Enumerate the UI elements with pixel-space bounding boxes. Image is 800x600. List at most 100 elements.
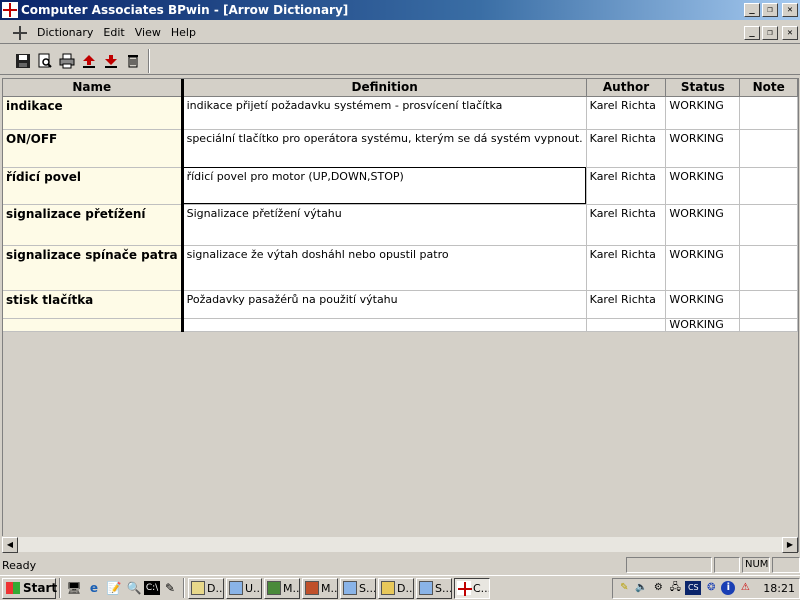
close-button[interactable]: ✕: [782, 3, 798, 17]
title-bar[interactable]: Computer Associates BPwin - [Arrow Dicti…: [0, 0, 800, 20]
tray-blue-icon[interactable]: ❂: [704, 581, 718, 595]
table-row[interactable]: signalizace spínače patra signalizace že…: [3, 245, 798, 291]
task-window-icon: [305, 581, 319, 595]
cell-status[interactable]: WORKING: [665, 167, 741, 205]
scroll-left-button[interactable]: ◀: [2, 537, 18, 553]
scroll-right-button[interactable]: ▶: [782, 537, 798, 553]
pencil-icon[interactable]: ✎: [160, 578, 180, 598]
network-connection-icon[interactable]: 🖧: [668, 581, 682, 595]
horizontal-scrollbar[interactable]: ◀ ▶: [2, 536, 798, 553]
bpwin-app-icon[interactable]: [2, 2, 18, 18]
cell-status[interactable]: WORKING: [665, 290, 741, 319]
table-row[interactable]: stisk tlačítka Požadavky pasažérů na pou…: [3, 290, 798, 319]
system-tray: ✎ 🔈 ⚙ 🖧 CS ❂ i ⚠ 18:21: [612, 577, 800, 599]
column-header-name[interactable]: Name: [3, 79, 184, 97]
clock[interactable]: 18:21: [763, 582, 795, 595]
menu-help[interactable]: Help: [166, 26, 201, 39]
internet-explorer-icon[interactable]: e: [84, 578, 104, 598]
cell-name[interactable]: řídicí povel: [3, 167, 184, 205]
cell-definition[interactable]: [182, 318, 587, 332]
search-icon[interactable]: 🔍: [124, 578, 144, 598]
task-button[interactable]: M...: [302, 577, 338, 599]
column-header-note[interactable]: Note: [739, 79, 798, 97]
bpwin-task-icon: [457, 581, 472, 596]
cell-name[interactable]: indikace: [3, 96, 184, 130]
cell-author[interactable]: Karel Richta: [586, 167, 667, 205]
cell-author[interactable]: [586, 318, 667, 332]
task-button[interactable]: S...: [416, 577, 452, 599]
volume-icon[interactable]: 🔈: [634, 581, 648, 595]
start-label: Start: [23, 581, 58, 595]
cell-author[interactable]: Karel Richta: [586, 245, 667, 291]
restore-button[interactable]: ❐: [762, 3, 778, 17]
num-lock-indicator: NUM: [742, 557, 770, 573]
tray-pencil-icon[interactable]: ✎: [617, 581, 631, 595]
cell-note[interactable]: [739, 318, 798, 332]
cell-status[interactable]: WORKING: [665, 96, 741, 130]
print-preview-icon[interactable]: [34, 50, 56, 72]
doc-minimize-button[interactable]: _: [744, 25, 760, 40]
doc-close-button[interactable]: ✕: [782, 25, 798, 40]
cell-note[interactable]: [739, 204, 798, 246]
cell-author[interactable]: Karel Richta: [586, 204, 667, 246]
task-button[interactable]: M...: [264, 577, 300, 599]
menu-edit[interactable]: Edit: [98, 26, 129, 39]
cell-status[interactable]: WORKING: [665, 245, 741, 291]
cell-note[interactable]: [739, 129, 798, 168]
menu-view[interactable]: View: [130, 26, 166, 39]
command-prompt-icon[interactable]: C:\: [144, 581, 160, 595]
tray-info-icon[interactable]: i: [721, 581, 736, 595]
cell-name[interactable]: signalizace přetížení: [3, 204, 184, 246]
cell-author[interactable]: Karel Richta: [586, 129, 667, 168]
cell-definition[interactable]: speciální tlačítko pro operátora systému…: [182, 129, 587, 168]
notepad-icon[interactable]: 📝: [104, 578, 124, 598]
cell-note[interactable]: [739, 96, 798, 130]
cell-name[interactable]: stisk tlačítka: [3, 290, 184, 319]
cell-note[interactable]: [739, 167, 798, 205]
cell-status[interactable]: WORKING: [665, 129, 741, 168]
windows-flag-icon: [6, 582, 20, 594]
import-icon[interactable]: [78, 50, 100, 72]
network-icon[interactable]: ⚙: [651, 581, 665, 595]
task-button[interactable]: S...: [340, 577, 376, 599]
task-button[interactable]: U...: [226, 577, 262, 599]
tray-red-icon[interactable]: ⚠: [738, 581, 752, 595]
cell-author[interactable]: Karel Richta: [586, 290, 667, 319]
start-button[interactable]: Start: [2, 577, 58, 599]
save-icon[interactable]: [12, 50, 34, 72]
cell-note[interactable]: [739, 245, 798, 291]
cell-definition[interactable]: Požadavky pasažérů na použití výtahu: [182, 290, 587, 319]
minimize-button[interactable]: _: [744, 3, 760, 17]
cell-name[interactable]: ON/OFF: [3, 129, 184, 168]
language-indicator[interactable]: CS: [685, 581, 702, 595]
task-button[interactable]: D...: [378, 577, 414, 599]
cell-status[interactable]: WORKING: [665, 204, 741, 246]
cell-definition[interactable]: Signalizace přetížení výtahu: [182, 204, 587, 246]
cell-status[interactable]: WORKING: [665, 318, 741, 332]
cell-name[interactable]: [3, 318, 184, 332]
column-header-author[interactable]: Author: [586, 79, 667, 97]
doc-restore-button[interactable]: ❐: [762, 25, 778, 40]
cell-note[interactable]: [739, 290, 798, 319]
table-row[interactable]: signalizace přetížení Signalizace přetíž…: [3, 204, 798, 246]
menu-dictionary[interactable]: Dictionary: [32, 26, 98, 39]
cell-name[interactable]: signalizace spínače patra: [3, 245, 184, 291]
column-header-definition[interactable]: Definition: [182, 79, 587, 97]
table-row[interactable]: indikace indikace přijetí požadavku syst…: [3, 96, 798, 130]
show-desktop-icon[interactable]: 🖥: [64, 578, 84, 598]
table-row[interactable]: řídicí povel řídicí povel pro motor (UP,…: [3, 167, 798, 205]
table-row[interactable]: WORKING: [3, 318, 798, 332]
document-control-icon[interactable]: [12, 25, 28, 41]
export-icon[interactable]: [100, 50, 122, 72]
task-button[interactable]: D...: [188, 577, 224, 599]
column-header-status[interactable]: Status: [665, 79, 741, 97]
cell-definition-selected[interactable]: řídicí povel pro motor (UP,DOWN,STOP): [182, 167, 587, 205]
table-row[interactable]: ON/OFF speciální tlačítko pro operátora …: [3, 129, 798, 168]
cell-definition[interactable]: signalizace že výtah dosháhl nebo opusti…: [182, 245, 587, 291]
cell-author[interactable]: Karel Richta: [586, 96, 667, 130]
cell-definition[interactable]: indikace přijetí požadavku systémem - pr…: [182, 96, 587, 130]
delete-icon[interactable]: [122, 50, 144, 72]
task-button-bpwin[interactable]: C...: [454, 577, 490, 599]
task-folder-icon: [381, 581, 395, 595]
print-icon[interactable]: [56, 50, 78, 72]
